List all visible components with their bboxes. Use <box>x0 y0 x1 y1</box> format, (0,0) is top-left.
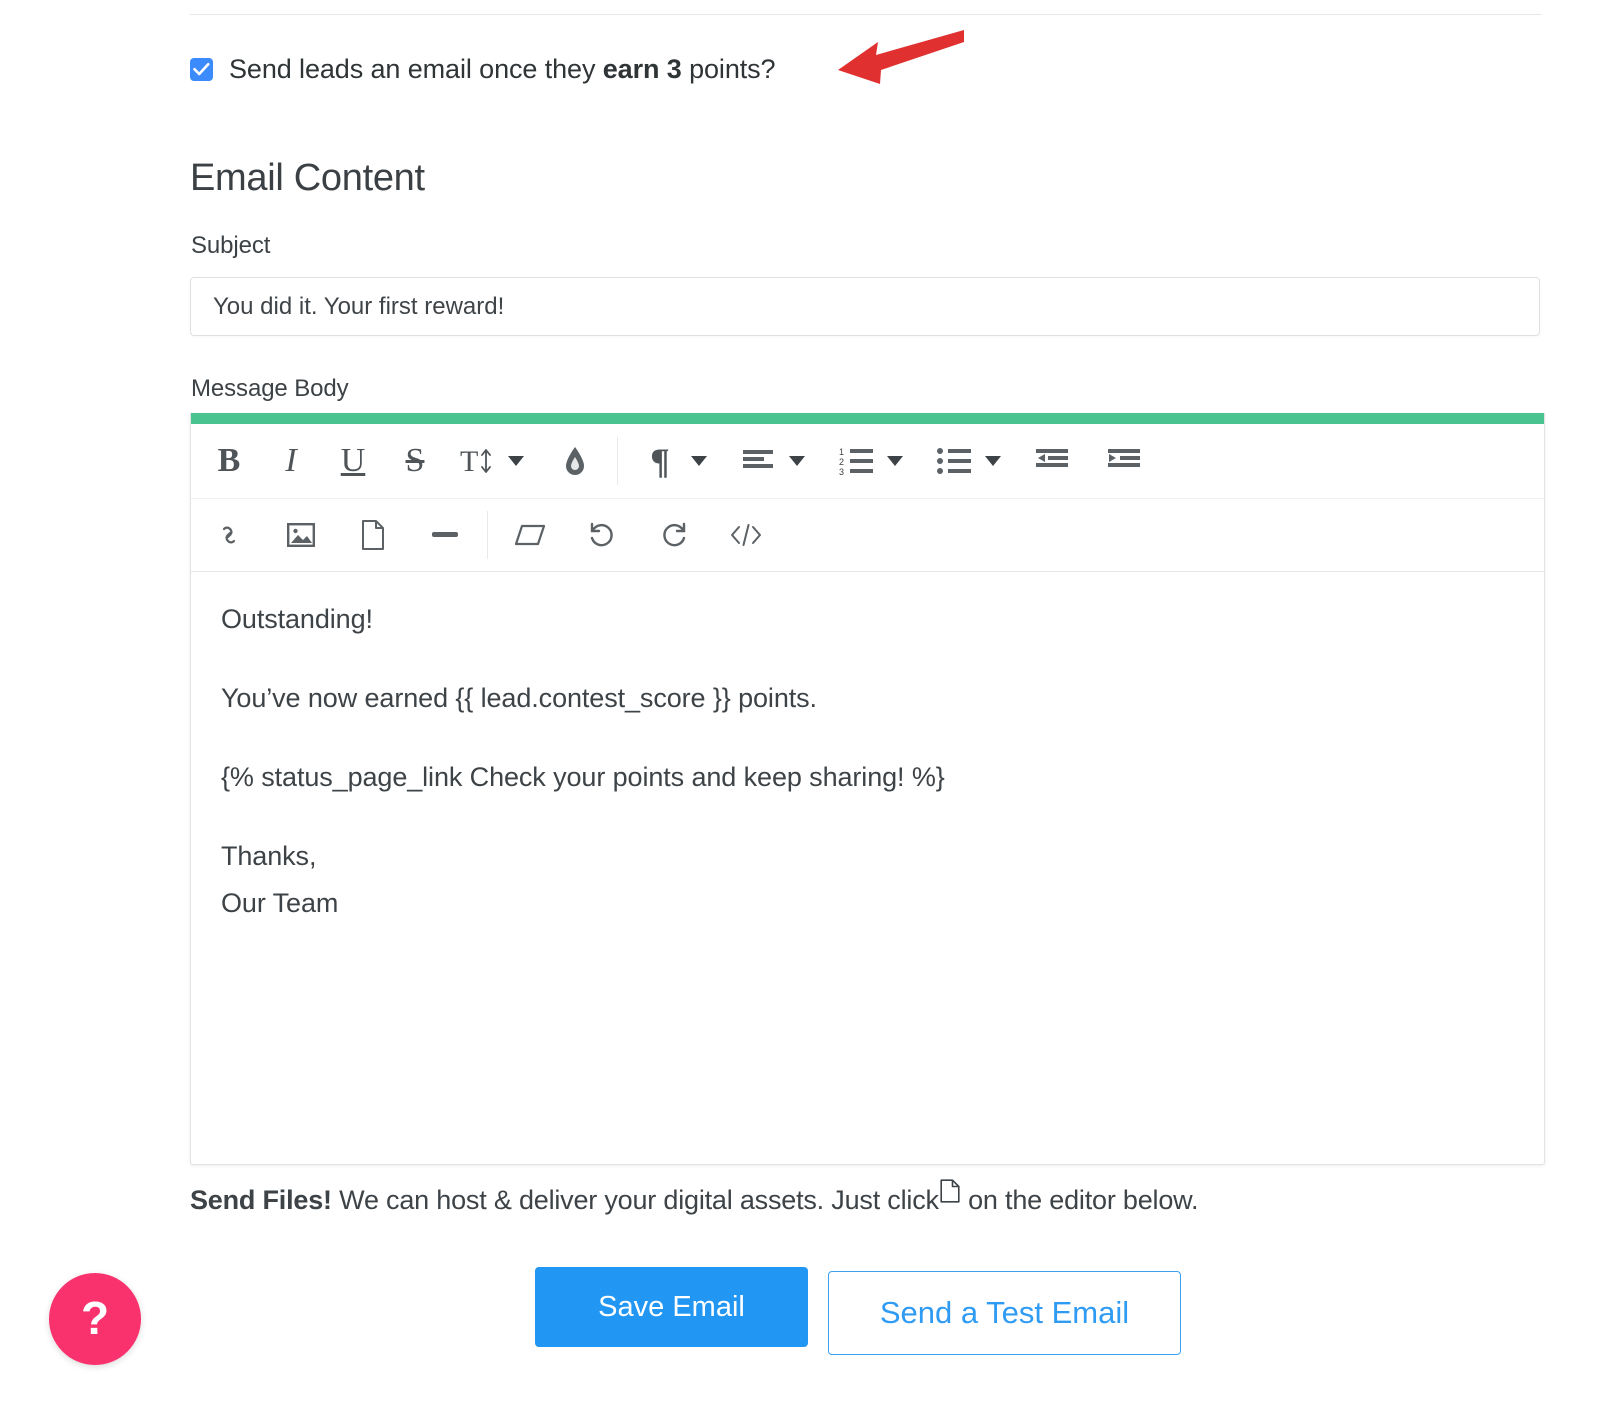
send-files-note-text-after: on the editor below. <box>960 1185 1199 1215</box>
help-button[interactable]: ? <box>49 1273 141 1365</box>
file-icon <box>940 1179 960 1210</box>
insert-file-icon[interactable] <box>347 509 399 561</box>
section-divider <box>190 14 1542 15</box>
question-mark-icon: ? <box>80 1291 110 1344</box>
send-email-checkbox-label: Send leads an email once they earn 3 poi… <box>229 54 776 84</box>
message-body-editor: B I U S T ¶ 1 2 3 Outstanding! You’ve no… <box>190 413 1545 1165</box>
page-title: Email Content <box>190 157 425 199</box>
italic-icon[interactable]: I <box>265 435 317 487</box>
text-color-droplet-icon[interactable] <box>549 435 601 487</box>
ordered-list-chevron-down-icon[interactable] <box>882 435 908 487</box>
svg-text:T: T <box>460 445 478 477</box>
undo-icon[interactable] <box>576 509 628 561</box>
body-paragraph: Our Team <box>221 888 339 918</box>
insert-link-icon[interactable] <box>203 509 255 561</box>
send-email-checkbox[interactable] <box>190 58 213 81</box>
send-test-email-button[interactable]: Send a Test Email <box>828 1271 1181 1355</box>
toolbar-separator-2 <box>487 511 488 559</box>
align-left-icon[interactable] <box>732 435 784 487</box>
svg-text:3: 3 <box>839 467 844 476</box>
check-icon <box>193 62 210 76</box>
svg-text:2: 2 <box>839 457 844 467</box>
underline-icon[interactable]: U <box>327 435 379 487</box>
toggle-label-threshold: earn 3 <box>602 54 682 84</box>
editor-toolbar-row-1: B I U S T ¶ 1 2 3 <box>191 424 1544 498</box>
body-paragraph: You’ve now earned {{ lead.contest_score … <box>221 683 817 713</box>
message-body-content[interactable]: Outstanding! You’ve now earned {{ lead.c… <box>191 572 1544 917</box>
unordered-list-icon[interactable] <box>928 435 980 487</box>
toggle-label-suffix: points? <box>681 54 776 84</box>
strikethrough-icon[interactable]: S <box>389 435 441 487</box>
save-email-button[interactable]: Save Email <box>535 1267 808 1347</box>
bold-icon[interactable]: B <box>203 435 255 487</box>
paragraph-format-chevron-down-icon[interactable] <box>686 435 712 487</box>
horizontal-rule-icon[interactable] <box>419 509 471 561</box>
body-paragraph: Outstanding! <box>221 604 373 634</box>
redo-icon[interactable] <box>648 509 700 561</box>
indent-icon[interactable] <box>1098 435 1150 487</box>
font-size-chevron-down-icon[interactable] <box>503 435 529 487</box>
align-chevron-down-icon[interactable] <box>784 435 810 487</box>
send-files-note: Send Files! We can host & deliver your d… <box>190 1179 1198 1216</box>
body-paragraph: {% status_page_link Check your points an… <box>221 762 945 792</box>
insert-image-icon[interactable] <box>275 509 327 561</box>
unordered-list-chevron-down-icon[interactable] <box>980 435 1006 487</box>
send-files-note-text-before: We can host & deliver your digital asset… <box>331 1185 939 1215</box>
toggle-label-prefix: Send leads an email once they <box>229 54 603 84</box>
code-view-icon[interactable] <box>720 509 772 561</box>
ordered-list-icon[interactable]: 1 2 3 <box>830 435 882 487</box>
editor-toolbar-row-2 <box>191 498 1544 572</box>
clear-formatting-eraser-icon[interactable] <box>504 509 556 561</box>
subject-input[interactable] <box>190 277 1540 336</box>
paragraph-format-icon[interactable]: ¶ <box>634 435 686 487</box>
email-settings-page: Send leads an email once they earn 3 poi… <box>0 0 1600 1412</box>
toolbar-separator <box>617 437 618 485</box>
annotation-arrow-icon <box>838 30 964 84</box>
send-files-note-bold: Send Files! <box>190 1185 332 1215</box>
editor-accent-bar <box>191 413 1544 424</box>
send-email-toggle-row[interactable]: Send leads an email once they earn 3 poi… <box>190 54 776 84</box>
subject-label: Subject <box>191 232 271 259</box>
font-size-icon[interactable]: T <box>451 435 503 487</box>
message-body-label: Message Body <box>191 375 349 402</box>
form-actions: Save Email Send a Test Email <box>535 1267 1181 1355</box>
outdent-icon[interactable] <box>1026 435 1078 487</box>
body-paragraph: Thanks, <box>221 841 317 871</box>
svg-text:1: 1 <box>839 447 844 457</box>
